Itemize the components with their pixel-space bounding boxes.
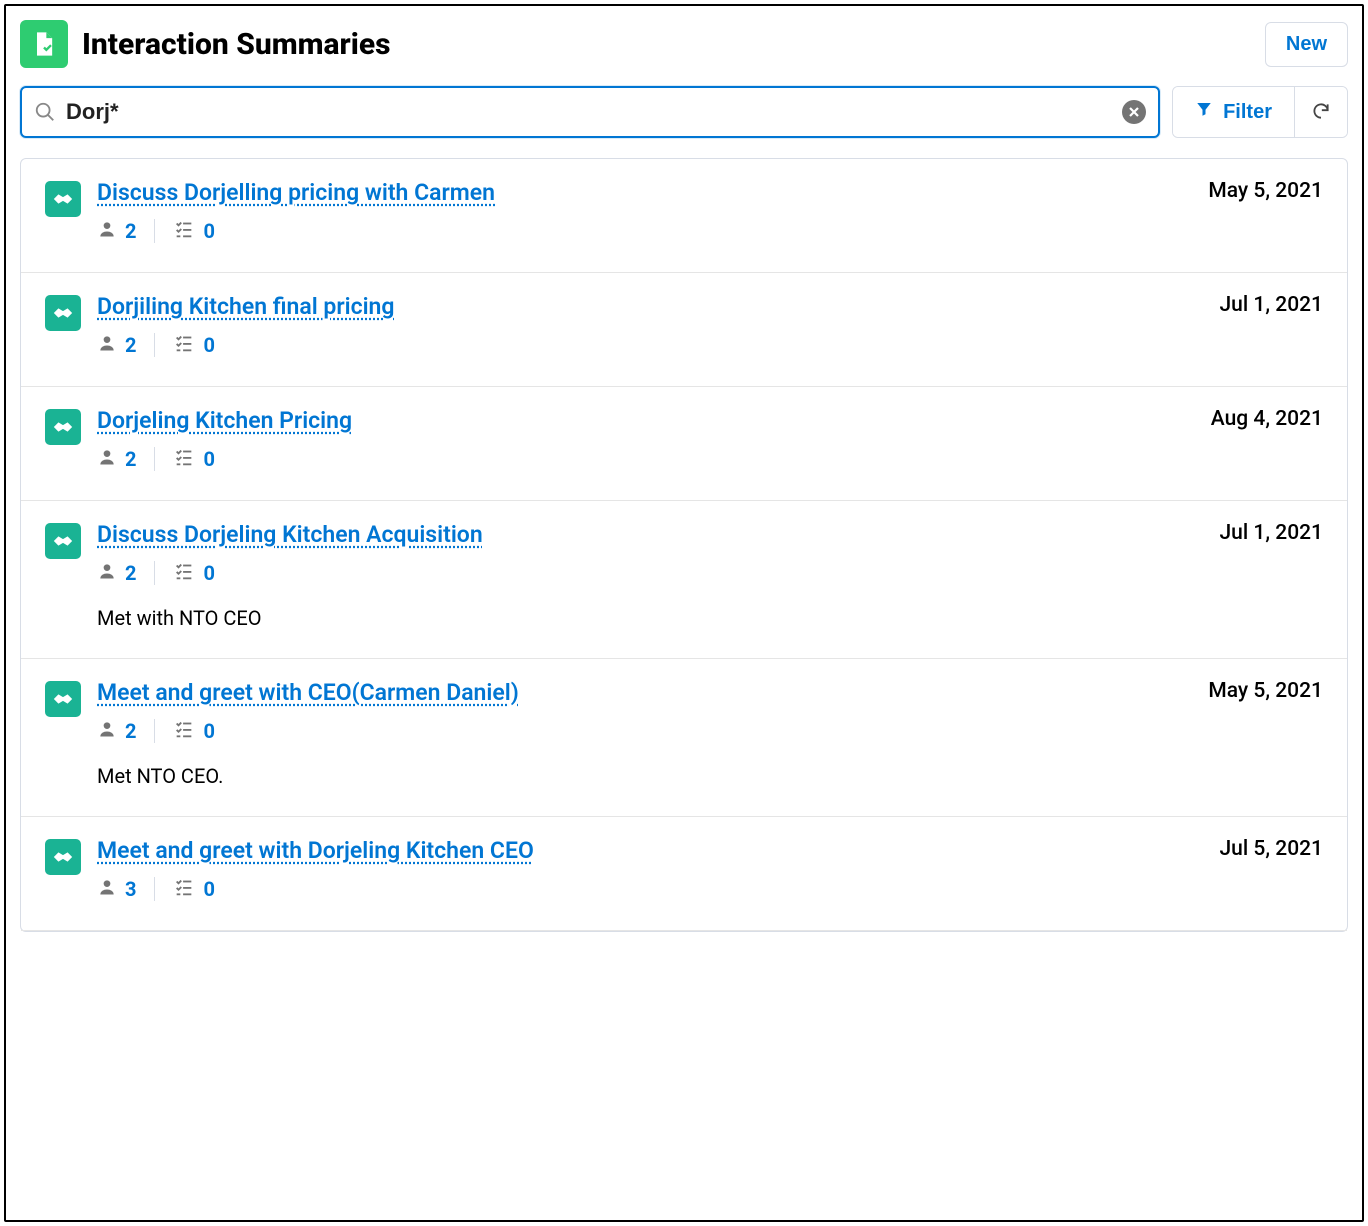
stat-divider (154, 219, 155, 243)
person-icon (97, 561, 117, 585)
task-list-icon (173, 332, 195, 358)
page-header: Interaction Summaries New (20, 20, 1348, 68)
page-title: Interaction Summaries (82, 27, 391, 62)
search-field-wrapper[interactable] (20, 86, 1160, 138)
people-stat[interactable]: 2 (97, 719, 136, 743)
refresh-button[interactable] (1294, 87, 1347, 137)
item-date: May 5, 2021 (1208, 679, 1323, 703)
new-button[interactable]: New (1265, 22, 1348, 67)
handshake-icon (45, 181, 81, 217)
handshake-icon (45, 681, 81, 717)
item-date: Jul 1, 2021 (1219, 521, 1323, 545)
people-count: 2 (125, 719, 136, 743)
tasks-stat[interactable]: 0 (173, 446, 214, 472)
people-stat[interactable]: 2 (97, 447, 136, 471)
list-item[interactable]: Meet and greet with CEO(Carmen Daniel) M… (21, 659, 1347, 817)
handshake-icon (45, 295, 81, 331)
stat-divider (154, 719, 155, 743)
filter-button[interactable]: Filter (1173, 87, 1294, 137)
toolbar-button-group: Filter (1172, 86, 1348, 138)
summaries-app-icon (20, 20, 68, 68)
search-input[interactable] (66, 99, 1122, 125)
handshake-icon (45, 523, 81, 559)
handshake-icon (45, 839, 81, 875)
people-count: 2 (125, 447, 136, 471)
filter-label: Filter (1223, 101, 1272, 124)
clear-search-icon[interactable] (1122, 100, 1146, 124)
person-icon (97, 219, 117, 243)
tasks-count: 0 (203, 219, 214, 243)
item-title-link[interactable]: Meet and greet with Dorjeling Kitchen CE… (97, 837, 534, 864)
person-icon (97, 719, 117, 743)
tasks-stat[interactable]: 0 (173, 560, 214, 586)
list-item[interactable]: Discuss Dorjeling Kitchen Acquisition Ju… (21, 501, 1347, 659)
tasks-stat[interactable]: 0 (173, 876, 214, 902)
people-stat[interactable]: 2 (97, 333, 136, 357)
item-title-link[interactable]: Meet and greet with CEO(Carmen Daniel) (97, 679, 519, 706)
people-count: 3 (125, 877, 136, 901)
stat-divider (154, 447, 155, 471)
tasks-count: 0 (203, 561, 214, 585)
handshake-icon (45, 409, 81, 445)
person-icon (97, 877, 117, 901)
list-item[interactable]: Meet and greet with Dorjeling Kitchen CE… (21, 817, 1347, 931)
list-item[interactable]: Dorjiling Kitchen final pricing Jul 1, 2… (21, 273, 1347, 387)
search-icon (34, 101, 56, 123)
tasks-stat[interactable]: 0 (173, 718, 214, 744)
people-count: 2 (125, 561, 136, 585)
results-list: Discuss Dorjelling pricing with Carmen M… (20, 158, 1348, 932)
people-count: 2 (125, 333, 136, 357)
tasks-count: 0 (203, 447, 214, 471)
item-date: Jul 1, 2021 (1219, 293, 1323, 317)
item-description: Met NTO CEO. (97, 764, 1323, 788)
people-stat[interactable]: 2 (97, 219, 136, 243)
task-list-icon (173, 718, 195, 744)
person-icon (97, 447, 117, 471)
toolbar: Filter (20, 86, 1348, 138)
people-stat[interactable]: 2 (97, 561, 136, 585)
item-date: May 5, 2021 (1208, 179, 1323, 203)
refresh-icon (1311, 101, 1331, 124)
item-title-link[interactable]: Dorjiling Kitchen final pricing (97, 293, 394, 320)
task-list-icon (173, 876, 195, 902)
item-title-link[interactable]: Dorjeling Kitchen Pricing (97, 407, 352, 434)
task-list-icon (173, 218, 195, 244)
list-item[interactable]: Discuss Dorjelling pricing with Carmen M… (21, 159, 1347, 273)
tasks-count: 0 (203, 719, 214, 743)
item-title-link[interactable]: Discuss Dorjelling pricing with Carmen (97, 179, 495, 206)
stat-divider (154, 333, 155, 357)
people-stat[interactable]: 3 (97, 877, 136, 901)
tasks-stat[interactable]: 0 (173, 332, 214, 358)
filter-icon (1195, 100, 1213, 124)
task-list-icon (173, 446, 195, 472)
stat-divider (154, 877, 155, 901)
people-count: 2 (125, 219, 136, 243)
item-description: Met with NTO CEO (97, 606, 1323, 630)
tasks-stat[interactable]: 0 (173, 218, 214, 244)
tasks-count: 0 (203, 877, 214, 901)
task-list-icon (173, 560, 195, 586)
person-icon (97, 333, 117, 357)
item-date: Aug 4, 2021 (1211, 407, 1323, 431)
tasks-count: 0 (203, 333, 214, 357)
item-title-link[interactable]: Discuss Dorjeling Kitchen Acquisition (97, 521, 483, 548)
list-item[interactable]: Dorjeling Kitchen Pricing Aug 4, 2021 2 … (21, 387, 1347, 501)
item-date: Jul 5, 2021 (1219, 837, 1323, 861)
stat-divider (154, 561, 155, 585)
